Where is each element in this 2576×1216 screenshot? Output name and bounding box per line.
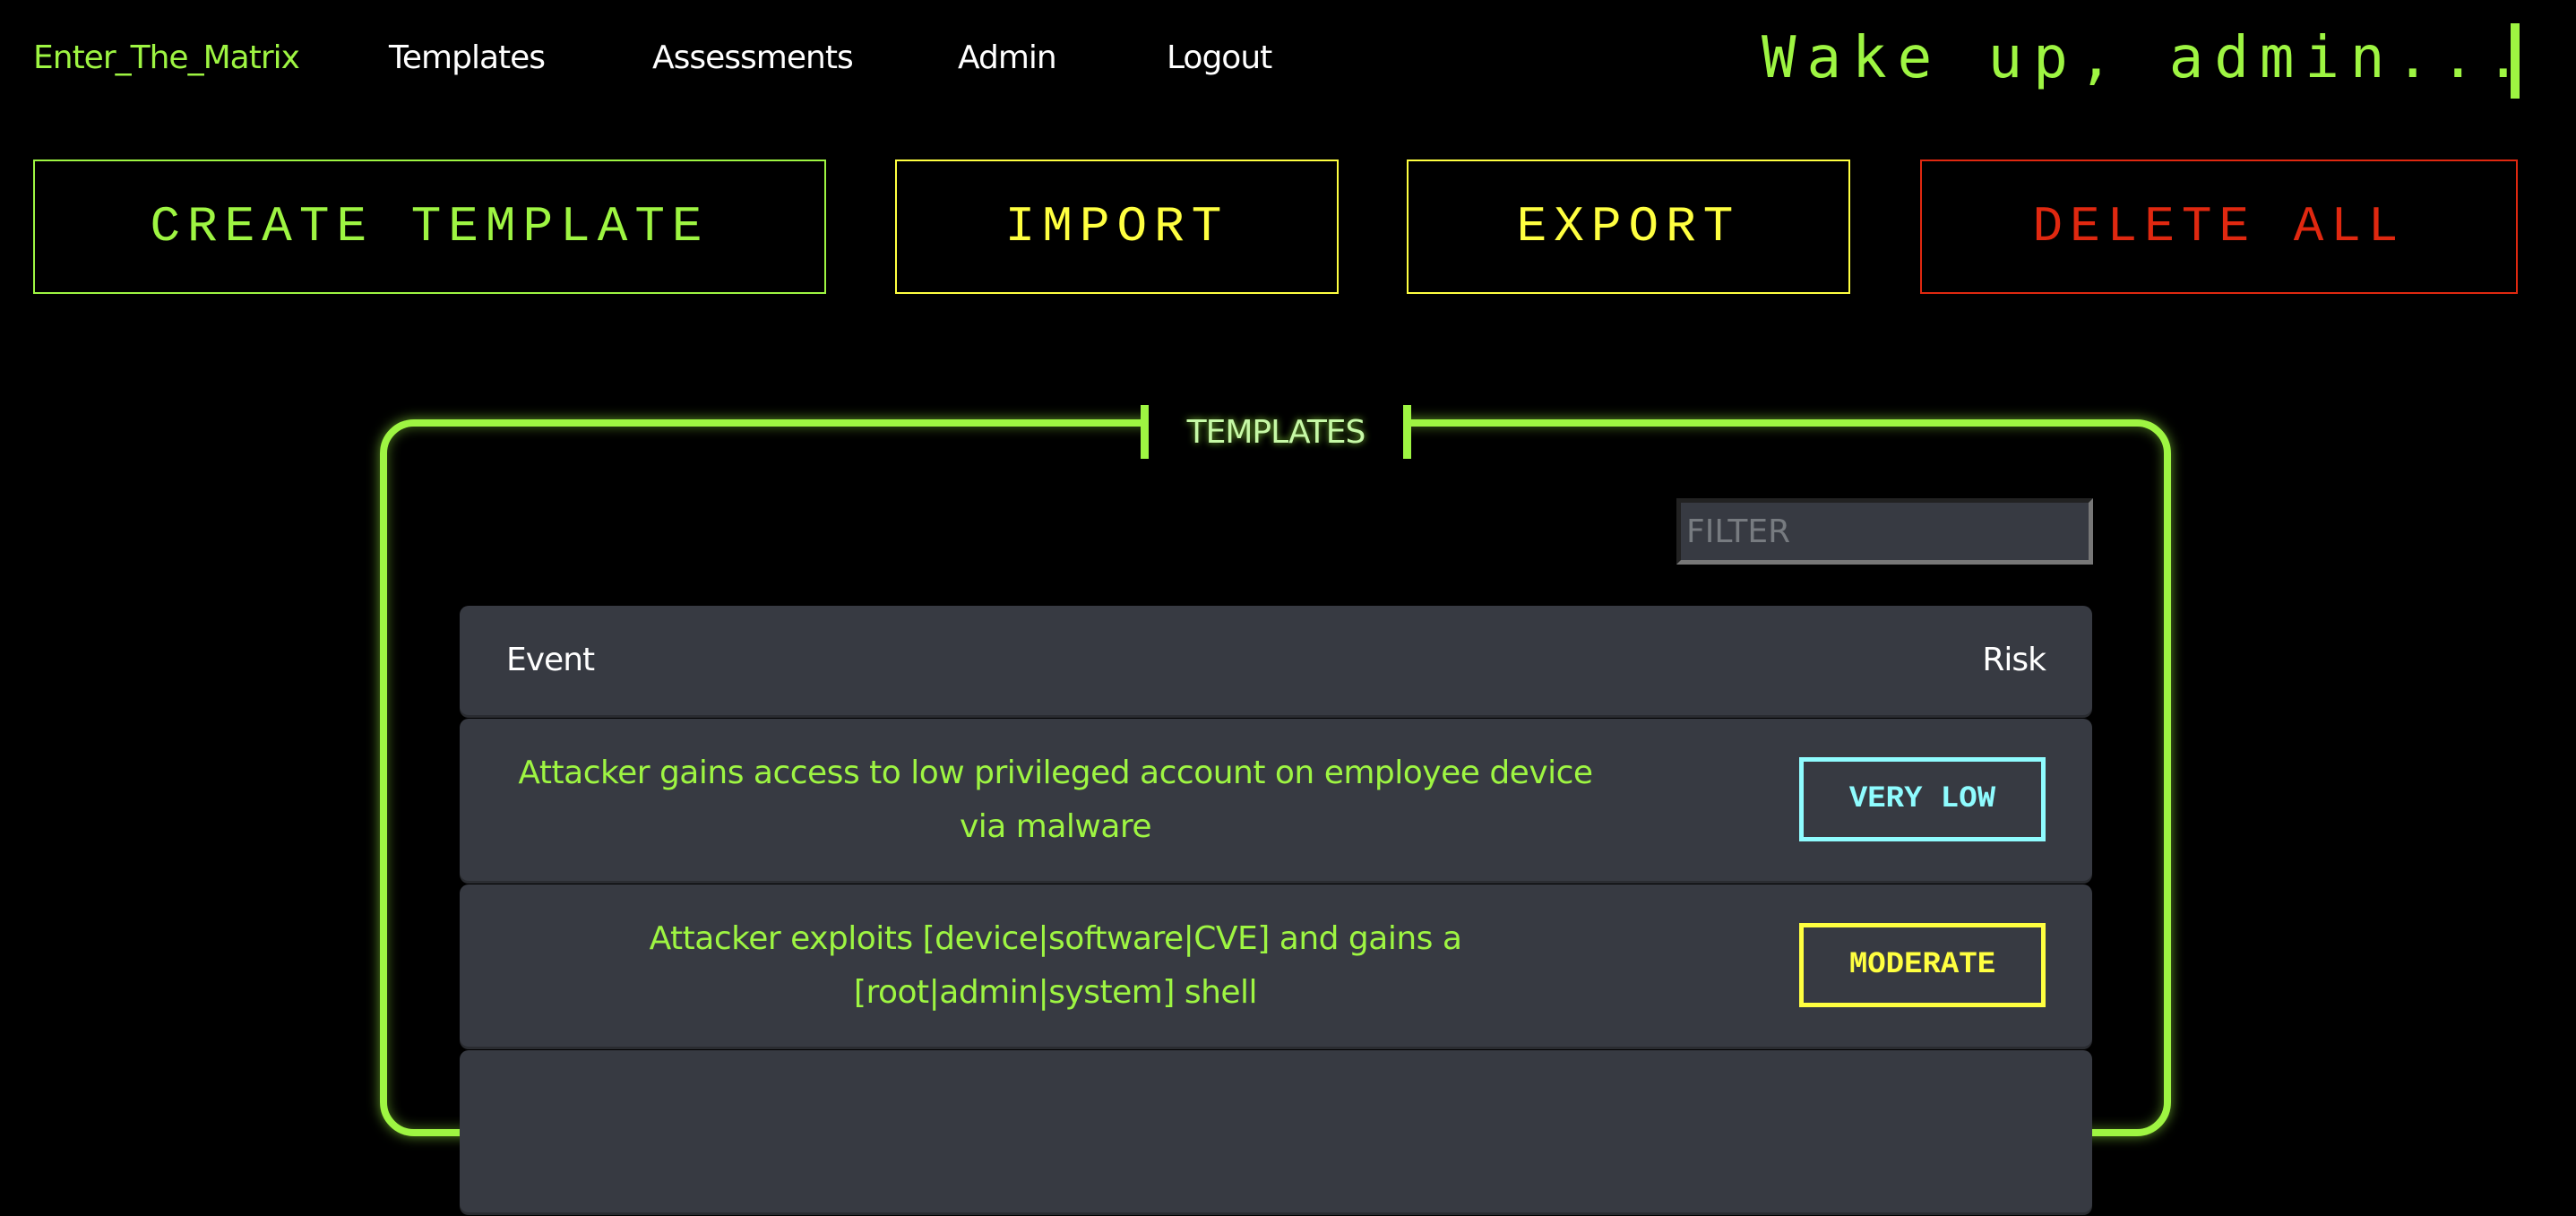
nav-assessments-link[interactable]: Assessments (652, 39, 854, 76)
risk-badge[interactable]: VERY LOW (1799, 757, 2046, 841)
table-row[interactable] (460, 1050, 2092, 1212)
column-header-event[interactable]: Event (506, 642, 595, 678)
nav-admin-link[interactable]: Admin (958, 39, 1057, 76)
import-button[interactable]: IMPORT (895, 160, 1339, 294)
event-text: Attacker gains access to low privileged … (518, 754, 1593, 845)
create-template-button[interactable]: CREATE TEMPLATE (33, 160, 826, 294)
delete-all-button[interactable]: DELETE ALL (1920, 160, 2518, 294)
nav-logout-link[interactable]: Logout (1167, 39, 1272, 76)
export-button[interactable]: EXPORT (1407, 160, 1850, 294)
table-row[interactable]: Attacker gains access to low privileged … (460, 719, 2092, 881)
typing-cursor (2511, 23, 2520, 99)
greeting-text: Wake up, admin... (1762, 25, 2532, 91)
risk-badge[interactable]: MODERATE (1799, 923, 2046, 1007)
panel-title: TEMPLATES (1141, 405, 1411, 459)
event-text (460, 1050, 1651, 1212)
column-header-risk[interactable]: Risk (1982, 642, 2046, 678)
nav-brand-link[interactable]: Enter_The_Matrix (33, 39, 300, 76)
table-header: Event Risk (460, 606, 2092, 715)
nav-templates-link[interactable]: Templates (389, 39, 546, 76)
top-nav: Enter_The_Matrix Templates Assessments A… (0, 0, 2576, 125)
filter-input[interactable] (1676, 498, 2093, 565)
table-row[interactable]: Attacker exploits [device|software|CVE] … (460, 884, 2092, 1047)
templates-table: Event Risk Attacker gains access to low … (460, 606, 2092, 1216)
event-text: Attacker exploits [device|software|CVE] … (649, 919, 1462, 1011)
